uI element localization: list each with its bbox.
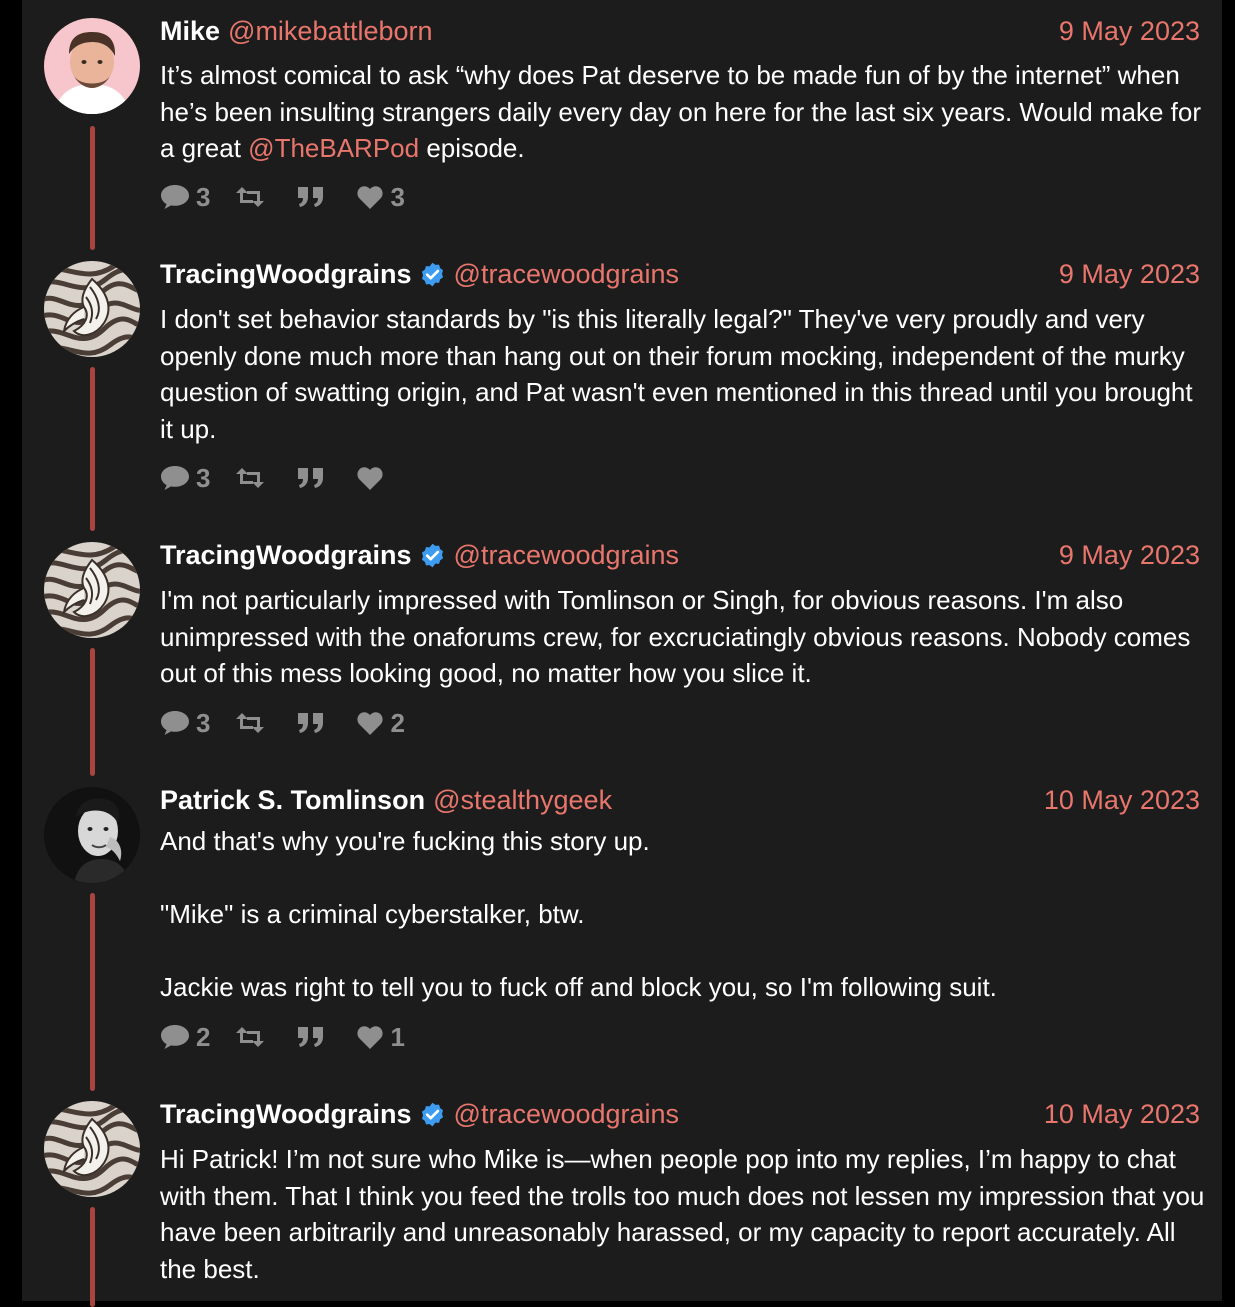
reply-count: 3: [196, 181, 211, 212]
author-name[interactable]: Mike: [160, 16, 220, 46]
woodgrain-avatar-icon: [44, 261, 140, 357]
mike-avatar-icon: [44, 18, 140, 114]
quote-icon: [296, 1024, 326, 1050]
tweet-actions: 2 1: [160, 1020, 429, 1054]
like-count: 3: [390, 181, 405, 212]
avatar[interactable]: [44, 1101, 140, 1197]
quote-icon: [296, 184, 326, 210]
author-name[interactable]: Patrick S. Tomlinson: [160, 785, 425, 815]
tweet-text: And that's why you're fucking this story…: [160, 823, 1210, 1006]
tweet-text: I'm not particularly impressed with Toml…: [160, 585, 1191, 688]
tweet-header: TracingWoodgrains @tracewoodgrains 9 May …: [160, 539, 1200, 571]
tweet-date[interactable]: 10 May 2023: [1044, 784, 1200, 816]
verified-badge-icon: [419, 261, 446, 288]
tweet-text: I don't set behavior standards by "is th…: [160, 304, 1193, 444]
heart-icon: [356, 184, 384, 210]
retweet-icon: [234, 1024, 266, 1050]
reply-button[interactable]: 3: [160, 708, 210, 739]
author-name[interactable]: TracingWoodgrains: [160, 1099, 412, 1129]
tweet-header: TracingWoodgrains @tracewoodgrains 9 May …: [160, 258, 1200, 290]
author-handle[interactable]: @stealthygeek: [433, 785, 612, 815]
tweet-text-part: episode.: [419, 133, 525, 163]
woodgrain-avatar-icon: [44, 542, 140, 638]
author-name[interactable]: TracingWoodgrains: [160, 540, 412, 570]
heart-icon: [356, 465, 384, 491]
retweet-button[interactable]: [234, 184, 272, 210]
patrick-avatar-icon: [44, 787, 140, 883]
tweet-header: Patrick S. Tomlinson @stealthygeek 10 May…: [160, 784, 1200, 816]
tweet-text: Hi Patrick! I’m not sure who Mike is—whe…: [160, 1144, 1205, 1284]
retweet-icon: [234, 710, 266, 736]
quote-button[interactable]: [296, 710, 332, 736]
retweet-button[interactable]: [234, 710, 272, 736]
avatar[interactable]: [44, 787, 140, 883]
tweet-actions: 3 2: [160, 706, 429, 740]
reply-count: 3: [196, 462, 211, 493]
tweet-actions: 3: [160, 461, 414, 495]
reply-count: 2: [196, 1021, 211, 1052]
avatar[interactable]: [44, 261, 140, 357]
thread-line: [90, 367, 95, 531]
heart-icon: [356, 710, 384, 736]
tweet-date[interactable]: 9 May 2023: [1059, 15, 1200, 47]
verified-badge-icon: [419, 542, 446, 569]
avatar[interactable]: [44, 18, 140, 114]
author-handle[interactable]: @mikebattleborn: [228, 16, 433, 46]
thread-line: [90, 893, 95, 1091]
quote-icon: [296, 465, 326, 491]
retweet-icon: [234, 184, 266, 210]
thread-panel: Mike @mikebattleborn 9 May 2023 It’s almo…: [22, 0, 1222, 1307]
retweet-button[interactable]: [234, 1024, 272, 1050]
quote-button[interactable]: [296, 465, 332, 491]
tweet-paragraph: "Mike" is a criminal cyberstalker, btw.: [160, 899, 585, 929]
tweet-header: TracingWoodgrains @tracewoodgrains 10 May…: [160, 1098, 1200, 1130]
reply-count: 3: [196, 707, 211, 738]
reply-button[interactable]: 3: [160, 182, 210, 213]
reply-button[interactable]: 2: [160, 1022, 210, 1053]
author-handle[interactable]: @tracewoodgrains: [454, 1099, 680, 1129]
like-button[interactable]: [356, 465, 390, 491]
reply-icon: [160, 465, 190, 491]
like-button[interactable]: 3: [356, 181, 405, 213]
quote-icon: [296, 710, 326, 736]
like-count: 2: [390, 707, 405, 738]
thread-line: [90, 126, 95, 250]
quote-button[interactable]: [296, 184, 332, 210]
retweet-icon: [234, 465, 266, 491]
heart-icon: [356, 1024, 384, 1050]
reply-icon: [160, 184, 190, 210]
retweet-button[interactable]: [234, 465, 272, 491]
tweet-text: It’s almost comical to ask “why does Pat…: [160, 57, 1210, 167]
like-button[interactable]: 1: [356, 1021, 405, 1053]
tweet-date[interactable]: 9 May 2023: [1059, 258, 1200, 290]
author-name[interactable]: TracingWoodgrains: [160, 259, 412, 289]
tweet-date[interactable]: 9 May 2023: [1059, 539, 1200, 571]
thread-line: [90, 1207, 95, 1307]
tweet-actions: 3 3: [160, 180, 429, 214]
author-handle[interactable]: @tracewoodgrains: [454, 259, 680, 289]
tweet-date[interactable]: 10 May 2023: [1044, 1098, 1200, 1130]
like-button[interactable]: 2: [356, 707, 405, 739]
reply-icon: [160, 1024, 190, 1050]
woodgrain-avatar-icon: [44, 1101, 140, 1197]
thread-line: [90, 648, 95, 776]
reply-button[interactable]: 3: [160, 463, 210, 494]
tweet-header: Mike @mikebattleborn 9 May 2023: [160, 15, 1200, 47]
tweet-paragraph: And that's why you're fucking this story…: [160, 826, 650, 856]
tweet-paragraph: Jackie was right to tell you to fuck off…: [160, 972, 997, 1002]
avatar[interactable]: [44, 542, 140, 638]
author-handle[interactable]: @tracewoodgrains: [454, 540, 680, 570]
like-count: 1: [390, 1021, 405, 1052]
quote-button[interactable]: [296, 1024, 332, 1050]
reply-icon: [160, 710, 190, 736]
verified-badge-icon: [419, 1101, 446, 1128]
mention-link[interactable]: @TheBARPod: [248, 133, 419, 163]
